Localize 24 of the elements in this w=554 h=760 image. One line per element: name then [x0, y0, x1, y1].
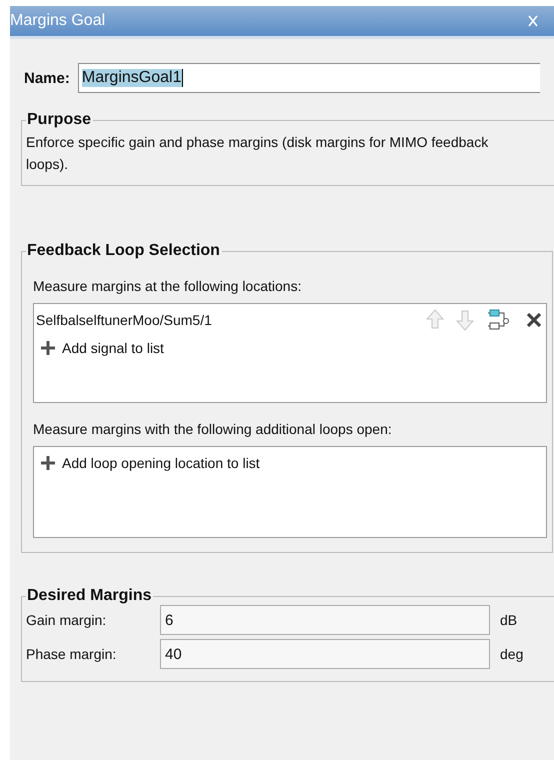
list-label: Measure margins with the following additional loops open:: [33, 421, 393, 437]
window-title: Margins Goal: [10, 12, 106, 30]
down-arrow-icon[interactable]: [456, 308, 474, 332]
close-icon[interactable]: [528, 15, 538, 27]
input-field[interactable]: 40: [160, 639, 490, 669]
list-item[interactable]: SelfbalselftunerMoo/Sum5/1: [36, 312, 212, 328]
unit-label: deg: [499, 646, 524, 662]
delete-icon[interactable]: [524, 310, 544, 330]
field-label: Phase margin:: [26, 646, 118, 662]
block-diagram-icon[interactable]: [486, 308, 512, 332]
list-label: Measure margins at the following locations:: [33, 278, 302, 294]
plus-icon: [40, 340, 56, 356]
purpose-text: Enforce specific gain and phase margins (disk margins for MIMO feedback loops).: [26, 133, 490, 174]
group-title: Purpose: [26, 111, 92, 129]
name-label: Name:: [24, 70, 70, 86]
group-title: Feedback Loop Selection: [26, 242, 221, 260]
plus-icon: [40, 455, 56, 471]
input-field[interactable]: 6: [160, 605, 490, 635]
field-label: Gain margin:: [26, 612, 108, 628]
unit-label: dB: [499, 612, 518, 628]
name-field[interactable]: MarginsGoal1: [78, 63, 540, 93]
add-button[interactable]: Add signal to list: [40, 340, 164, 356]
add-button[interactable]: Add loop opening location to list: [40, 455, 260, 471]
group-title: Desired Margins: [26, 587, 152, 605]
